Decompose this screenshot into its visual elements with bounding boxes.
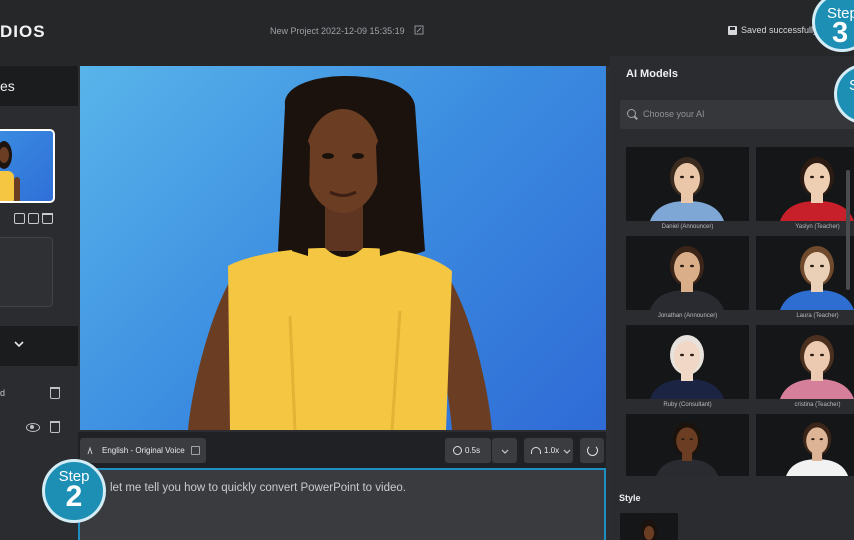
split-icon[interactable] bbox=[28, 213, 39, 224]
step-2-number: 2 bbox=[65, 480, 83, 513]
project-title[interactable]: New Project 2022-12-09 15:35:19 bbox=[270, 26, 405, 36]
ai-model-portrait bbox=[650, 335, 724, 399]
ai-model-card[interactable] bbox=[626, 147, 749, 221]
ai-model-card[interactable] bbox=[756, 414, 854, 476]
style-preview-image bbox=[641, 519, 657, 540]
ai-model-card[interactable] bbox=[626, 325, 749, 399]
presenter-avatar bbox=[188, 76, 492, 430]
ai-model-name: Yaslyn (Teacher) bbox=[795, 224, 840, 230]
ai-model-name: Daniel (Announcer) bbox=[661, 224, 714, 230]
chevron-down-icon bbox=[563, 449, 571, 454]
pause-dropdown[interactable] bbox=[492, 438, 517, 463]
ai-model-card[interactable] bbox=[626, 414, 749, 476]
trash-icon[interactable] bbox=[50, 387, 60, 399]
delete-icon[interactable] bbox=[42, 213, 53, 224]
ai-model-portrait bbox=[786, 422, 849, 476]
scene-presenter-image bbox=[0, 141, 20, 201]
ai-model-name: cristina (Teacher) bbox=[794, 402, 841, 408]
speed-icon bbox=[531, 447, 541, 454]
brand-logo: DIOS bbox=[0, 22, 46, 41]
ai-model-card[interactable] bbox=[626, 236, 749, 310]
ai-model-card[interactable] bbox=[756, 236, 854, 310]
video-stage[interactable] bbox=[80, 66, 606, 430]
ai-model-portrait bbox=[656, 422, 719, 476]
layer-row[interactable] bbox=[0, 418, 78, 438]
scenes-header: es bbox=[0, 66, 78, 106]
speed-selector[interactable]: 1.0x bbox=[524, 438, 573, 463]
ai-model-name: Ruby (Consultant) bbox=[663, 402, 712, 408]
search-placeholder: Choose your AI bbox=[643, 109, 705, 119]
app-window: DIOS New Project 2022-12-09 15:35:19 Sav… bbox=[0, 0, 854, 540]
ai-model-portrait bbox=[780, 335, 854, 399]
ai-model-card[interactable] bbox=[756, 325, 854, 399]
reset-button[interactable] bbox=[580, 438, 604, 463]
ai-model-card[interactable] bbox=[756, 147, 854, 221]
edit-icon[interactable] bbox=[414, 25, 424, 35]
script-text[interactable]: let me tell you how to quickly convert P… bbox=[110, 482, 406, 494]
ai-search-input[interactable]: Choose your AI bbox=[620, 100, 854, 129]
ai-model-portrait bbox=[780, 157, 854, 221]
save-status-text: Saved successfully bbox=[741, 25, 818, 35]
save-status: Saved successfully bbox=[728, 25, 818, 35]
copy-icon[interactable] bbox=[14, 213, 25, 224]
clock-icon bbox=[453, 446, 462, 455]
step-3-number: 3 bbox=[832, 17, 849, 49]
ai-model-name: Laura (Teacher) bbox=[796, 313, 839, 319]
ai-model-name: Jonathan (Announcer) bbox=[657, 313, 718, 319]
chevron-down-icon bbox=[501, 449, 508, 454]
layers-header[interactable] bbox=[0, 326, 78, 366]
scrollbar[interactable] bbox=[846, 170, 850, 290]
scene-tools bbox=[14, 213, 53, 224]
pause-button[interactable]: 0.5s bbox=[445, 438, 491, 463]
voice-selector[interactable]: English - Original Voice bbox=[80, 438, 206, 463]
voice-settings-icon[interactable] bbox=[190, 446, 200, 455]
ai-model-portrait bbox=[650, 246, 724, 310]
save-icon bbox=[728, 25, 737, 35]
style-thumbnail[interactable] bbox=[620, 513, 678, 540]
script-editor[interactable]: let me tell you how to quickly convert P… bbox=[78, 468, 606, 540]
ai-models-title: AI Models bbox=[626, 68, 678, 80]
eye-icon[interactable] bbox=[26, 423, 40, 432]
empty-scene-slot[interactable] bbox=[0, 237, 53, 307]
style-title: Style bbox=[619, 493, 641, 503]
voice-icon bbox=[87, 445, 93, 454]
refresh-icon bbox=[586, 445, 598, 456]
ai-model-portrait bbox=[780, 246, 854, 310]
ai-model-portrait bbox=[650, 157, 724, 221]
search-icon bbox=[627, 109, 636, 118]
step-2-badge: Step 2 bbox=[42, 459, 106, 523]
scene-thumbnail[interactable] bbox=[0, 129, 55, 203]
speed-value: 1.0x bbox=[544, 446, 560, 455]
layer-label: d bbox=[0, 388, 6, 398]
step-partial-word: S bbox=[849, 77, 854, 94]
chevron-down-icon[interactable] bbox=[14, 339, 24, 349]
pause-value: 0.5s bbox=[465, 446, 481, 455]
trash-icon[interactable] bbox=[50, 421, 60, 433]
scenes-title: es bbox=[0, 78, 15, 94]
voice-label: English - Original Voice bbox=[102, 446, 185, 455]
layer-row[interactable]: d bbox=[0, 384, 78, 404]
